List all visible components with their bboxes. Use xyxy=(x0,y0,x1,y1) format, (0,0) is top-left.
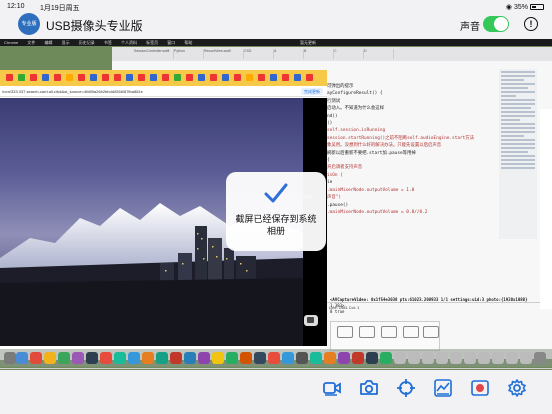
ide-tab: SessionController.swift xyxy=(134,49,174,59)
code-line: () xyxy=(327,121,333,127)
camera-icon[interactable] xyxy=(359,378,379,398)
mac-menubar: Chrome 文件 编辑 显示 历史记录 书签 个人资料 标签页 窗口 帮助 暂… xyxy=(0,39,552,46)
wifi-icon: ◉ xyxy=(505,4,514,11)
app-title: USB摄像头专业版 xyxy=(46,19,143,33)
ide-tab: B xyxy=(304,49,334,59)
ide-tab: CSD xyxy=(244,49,274,59)
status-time: 12:10 xyxy=(7,3,25,10)
code-line: 声音") xyxy=(327,195,342,201)
menu-item: 帮助 xyxy=(184,40,193,45)
url-text: /rcm/333.337.search-card.all.click&st_so… xyxy=(2,89,143,94)
record-icon[interactable] xyxy=(470,378,490,398)
ide-tab-strip: SessionController.swift Python RecordVie… xyxy=(112,47,552,61)
code-line: 开启调者支持声音 xyxy=(327,165,363,171)
battery-percent: 35% xyxy=(513,4,528,11)
code-line: session.startRunning()之前不阻断self.audioEng… xyxy=(327,135,475,141)
code-line: .mainMixerNode.outputVolume = 1.0 xyxy=(327,187,415,193)
toast-message: 截屏已经保存到系统相册 xyxy=(235,214,317,236)
code-line: 象吴用。没想到什么好的解决办法。只能先设置以后启声音 xyxy=(327,143,442,149)
code-line: .mainMixerNode.outputVolume = 0.0//0.2 xyxy=(327,209,428,215)
settings-icon[interactable] xyxy=(507,378,527,398)
code-line: self.session.isRunning xyxy=(327,128,386,134)
code-line: isOn { xyxy=(327,172,343,178)
ide-tab: Python xyxy=(174,49,204,59)
menu-item: 个人资料 xyxy=(120,40,137,45)
info-button[interactable]: ! xyxy=(524,17,538,31)
bottom-toolbar xyxy=(0,372,552,414)
debug-line: <AVCaptureVideo: 0x1f54e3038 pts:61023.2… xyxy=(330,297,528,302)
code-line: 行测试 xyxy=(327,98,341,104)
menu-item: Chrome xyxy=(4,40,19,45)
menu-item: 显示 xyxy=(61,40,70,45)
browser-update-button[interactable]: 完成更新 xyxy=(301,88,323,95)
code-line: nd() xyxy=(327,113,338,119)
code-line: ie xyxy=(327,180,333,186)
app-header: 专业版 USB摄像头专业版 声音 ! xyxy=(0,13,552,37)
code-minimap xyxy=(499,69,537,239)
menu-item: 编辑 xyxy=(44,40,53,45)
video-camera-icon[interactable] xyxy=(322,378,342,398)
status-right: ◉ 35% xyxy=(506,3,544,11)
save-success-toast: 截屏已经保存到系统相册 xyxy=(226,172,326,251)
code-line: 启动入。不知道为什么会这样 xyxy=(327,106,385,112)
mac-dock xyxy=(0,349,552,367)
menu-item: 文件 xyxy=(27,40,36,45)
debug-line: 8 true xyxy=(330,309,345,314)
code-line: ayConfigureResult() { xyxy=(327,91,383,97)
menu-item: 历史记录 xyxy=(78,40,95,45)
app-root: 12:10 1月19日周五 ◉ 35% 专业版 USB摄像头专业版 声音 ! C… xyxy=(0,0,552,414)
code-line: 刷新以后重新不要把.start加.pause等用掉 xyxy=(327,150,416,156)
ide-tab: C xyxy=(334,49,364,59)
app-logo: 专业版 xyxy=(18,13,40,35)
menu-center-text: 暂无更新 xyxy=(300,40,316,45)
ide-tab: A xyxy=(274,49,304,59)
menu-item: 窗口 xyxy=(167,40,176,45)
code-line: 可弹出的提示 xyxy=(327,84,354,89)
finder-window xyxy=(330,321,440,351)
logo-text: 专业版 xyxy=(21,21,37,27)
picture-in-picture-icon[interactable] xyxy=(304,315,318,326)
checkmark-icon xyxy=(264,183,288,203)
sound-label: 声音 xyxy=(460,22,480,33)
code-editor: 可弹出的提示 ayConfigureResult() {行测试启动入。不知道为什么… xyxy=(327,83,487,216)
chart-icon[interactable] xyxy=(433,378,453,398)
status-date: 1月19日周五 xyxy=(40,5,80,12)
browser-tab-strip xyxy=(0,70,327,86)
crosshair-icon[interactable] xyxy=(396,378,416,398)
status-bar: 12:10 1月19日周五 ◉ 35% xyxy=(0,0,552,13)
sound-toggle[interactable] xyxy=(483,16,509,32)
ide-inspector xyxy=(540,109,552,309)
battery-icon xyxy=(530,4,544,10)
ide-tab: D xyxy=(364,49,394,59)
code-line: { xyxy=(327,158,330,164)
menu-item: 书签 xyxy=(103,40,112,45)
code-line: .pause() xyxy=(327,202,349,208)
toolbar-divider xyxy=(0,368,552,369)
browser-url-bar[interactable]: /rcm/333.337.search-card.all.click&st_so… xyxy=(0,86,327,97)
ide-tab: RecordView.swift xyxy=(204,49,244,59)
menu-item: 标签页 xyxy=(146,40,159,45)
